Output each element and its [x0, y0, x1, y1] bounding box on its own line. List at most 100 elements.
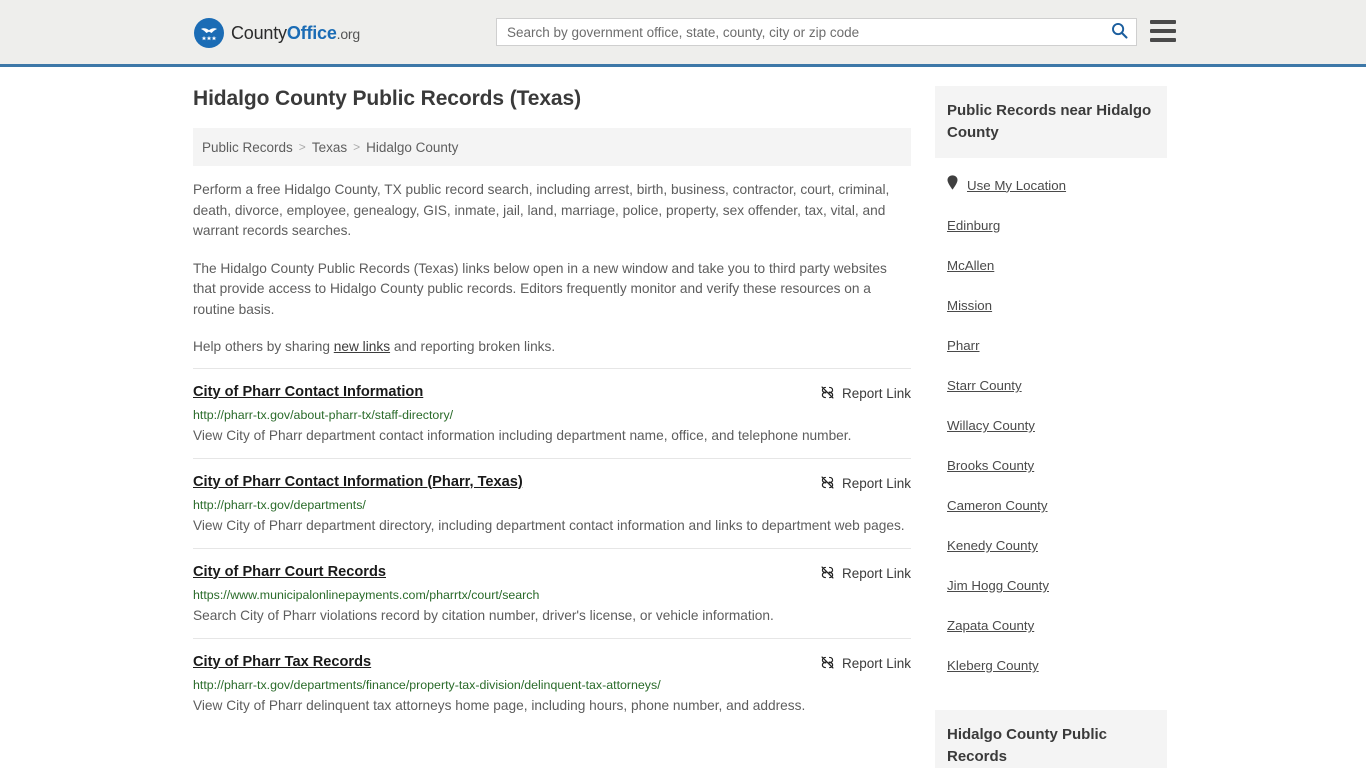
report-link-label: Report Link	[841, 476, 911, 491]
site-header: CountyOffice.org	[0, 0, 1366, 67]
help-prefix: Help others by sharing	[193, 339, 334, 354]
map-pin-icon	[947, 175, 958, 195]
main-column: Hidalgo County Public Records (Texas) Pu…	[193, 86, 911, 768]
listing-url: https://www.municipalonlinepayments.com/…	[193, 587, 540, 602]
report-link-button[interactable]: Report Link	[820, 655, 911, 673]
logo-text-office: Office	[286, 22, 337, 43]
sidebar-item-link[interactable]: Edinburg	[947, 218, 1000, 233]
logo-text-county: County	[231, 22, 287, 43]
sidebar-item: Use My Location	[947, 175, 1066, 195]
list-item: Use My Location	[947, 164, 1167, 206]
sidebar-item-link[interactable]: Brooks County	[947, 458, 1034, 473]
report-link-label: Report Link	[841, 566, 911, 581]
page-body: Hidalgo County Public Records (Texas) Pu…	[0, 67, 1366, 768]
listing-list: City of Pharr Contact Information Report …	[193, 367, 911, 728]
list-item: Starr County	[947, 366, 1167, 406]
broken-link-icon	[820, 565, 835, 583]
broken-link-icon	[820, 385, 835, 403]
search-icon	[1111, 22, 1128, 42]
listing-title-link[interactable]: City of Pharr Contact Information (Pharr…	[193, 473, 523, 492]
list-item: Zapata County	[947, 606, 1167, 646]
help-suffix: and reporting broken links.	[390, 339, 556, 354]
report-link-button[interactable]: Report Link	[820, 385, 911, 403]
breadcrumb-separator-1: >	[298, 140, 306, 154]
listing-item: City of Pharr Court Records Report Link ht…	[193, 547, 911, 638]
sidebar-item: Starr County	[947, 378, 1022, 393]
breadcrumb-item-hidalgo-county[interactable]: Hidalgo County	[366, 140, 458, 155]
list-item: Mission	[947, 286, 1167, 326]
intro-paragraph-1: Perform a free Hidalgo County, TX public…	[193, 182, 890, 238]
sidebar-item: Edinburg	[947, 218, 1000, 233]
site-logo-text: CountyOffice.org	[231, 23, 360, 44]
broken-link-icon	[820, 655, 835, 673]
listing-header: City of Pharr Contact Information (Pharr…	[193, 473, 911, 493]
breadcrumb-item-public-records[interactable]: Public Records	[202, 140, 293, 155]
sidebar-item: Cameron County	[947, 498, 1048, 513]
list-item: Willacy County	[947, 406, 1167, 446]
listing-header: City of Pharr Court Records Report Link	[193, 563, 911, 583]
search-input[interactable]	[497, 19, 1102, 45]
list-item: Cameron County	[947, 486, 1167, 526]
hamburger-bar-3	[1150, 38, 1176, 42]
listing-item: City of Pharr Tax Records Report Link http…	[193, 637, 911, 728]
listing-item: City of Pharr Contact Information Report …	[193, 367, 911, 458]
list-item: Edinburg	[947, 206, 1167, 246]
eagle-seal-icon	[194, 18, 224, 48]
listing-title-link[interactable]: City of Pharr Contact Information	[193, 383, 423, 402]
sidebar-item-link[interactable]: Starr County	[947, 378, 1022, 393]
sidebar-item: Kleberg County	[947, 658, 1039, 673]
sidebar-item: Jim Hogg County	[947, 578, 1049, 593]
hamburger-bar-1	[1150, 20, 1176, 24]
site-logo[interactable]: CountyOffice.org	[194, 18, 360, 48]
page-title: Hidalgo County Public Records (Texas)	[193, 87, 581, 110]
list-item: Jim Hogg County	[947, 566, 1167, 606]
sidebar-item: Kenedy County	[947, 538, 1038, 553]
sidebar-item-link[interactable]: Mission	[947, 298, 992, 313]
sidebar-item: Pharr	[947, 338, 980, 353]
list-item: Kenedy County	[947, 526, 1167, 566]
sidebar-item: Mission	[947, 298, 992, 313]
content-container: Hidalgo County Public Records (Texas) Pu…	[193, 86, 1173, 768]
search-button[interactable]	[1102, 19, 1136, 45]
listing-item: City of Pharr Contact Information (Pharr…	[193, 457, 911, 548]
list-item: McAllen	[947, 246, 1167, 286]
help-share-text: Help others by sharing new links and rep…	[193, 337, 911, 358]
sidebar-item-link[interactable]: Zapata County	[947, 618, 1034, 633]
listing-title-link[interactable]: City of Pharr Court Records	[193, 563, 386, 582]
breadcrumb-item-texas[interactable]: Texas	[312, 140, 347, 155]
hamburger-bar-2	[1150, 29, 1176, 33]
sidebar-near-title: Public Records near Hidalgo County	[935, 86, 1167, 158]
sidebar-records-title: Hidalgo County Public Records	[935, 710, 1167, 768]
listing-url: http://pharr-tx.gov/departments/	[193, 497, 366, 512]
listing-description: Search City of Pharr violations record b…	[193, 607, 774, 623]
sidebar-item-link[interactable]: McAllen	[947, 258, 994, 273]
list-item: Pharr	[947, 326, 1167, 366]
sidebar-item-link[interactable]: Pharr	[947, 338, 980, 353]
listing-url: http://pharr-tx.gov/departments/finance/…	[193, 677, 661, 692]
sidebar-item-link[interactable]: Kleberg County	[947, 658, 1039, 673]
list-item: Brooks County	[947, 446, 1167, 486]
intro-paragraph-2: The Hidalgo County Public Records (Texas…	[193, 260, 887, 317]
new-links-link[interactable]: new links	[334, 339, 390, 354]
sidebar-item-link[interactable]: Willacy County	[947, 418, 1035, 433]
report-link-button[interactable]: Report Link	[820, 475, 911, 493]
breadcrumb: Public Records > Texas > Hidalgo County	[193, 128, 911, 166]
listing-description: View City of Pharr department directory,…	[193, 517, 905, 533]
sidebar-item: McAllen	[947, 258, 994, 273]
broken-link-icon	[820, 475, 835, 493]
sidebar-item-link[interactable]: Kenedy County	[947, 538, 1038, 553]
breadcrumb-separator-2: >	[353, 140, 361, 154]
sidebar-item: Willacy County	[947, 418, 1035, 433]
listing-header: City of Pharr Contact Information Report …	[193, 383, 911, 403]
sidebar-item-link[interactable]: Cameron County	[947, 498, 1048, 513]
listing-header: City of Pharr Tax Records Report Link	[193, 653, 911, 673]
report-link-label: Report Link	[841, 656, 911, 671]
sidebar: Public Records near Hidalgo County Use M…	[935, 86, 1167, 768]
listing-title-link[interactable]: City of Pharr Tax Records	[193, 653, 371, 672]
hamburger-menu-button[interactable]	[1150, 20, 1176, 42]
search-bar[interactable]	[496, 18, 1137, 46]
sidebar-item-link[interactable]: Use My Location	[967, 178, 1066, 193]
report-link-button[interactable]: Report Link	[820, 565, 911, 583]
logo-text-tld: .org	[336, 25, 361, 42]
sidebar-item-link[interactable]: Jim Hogg County	[947, 578, 1049, 593]
